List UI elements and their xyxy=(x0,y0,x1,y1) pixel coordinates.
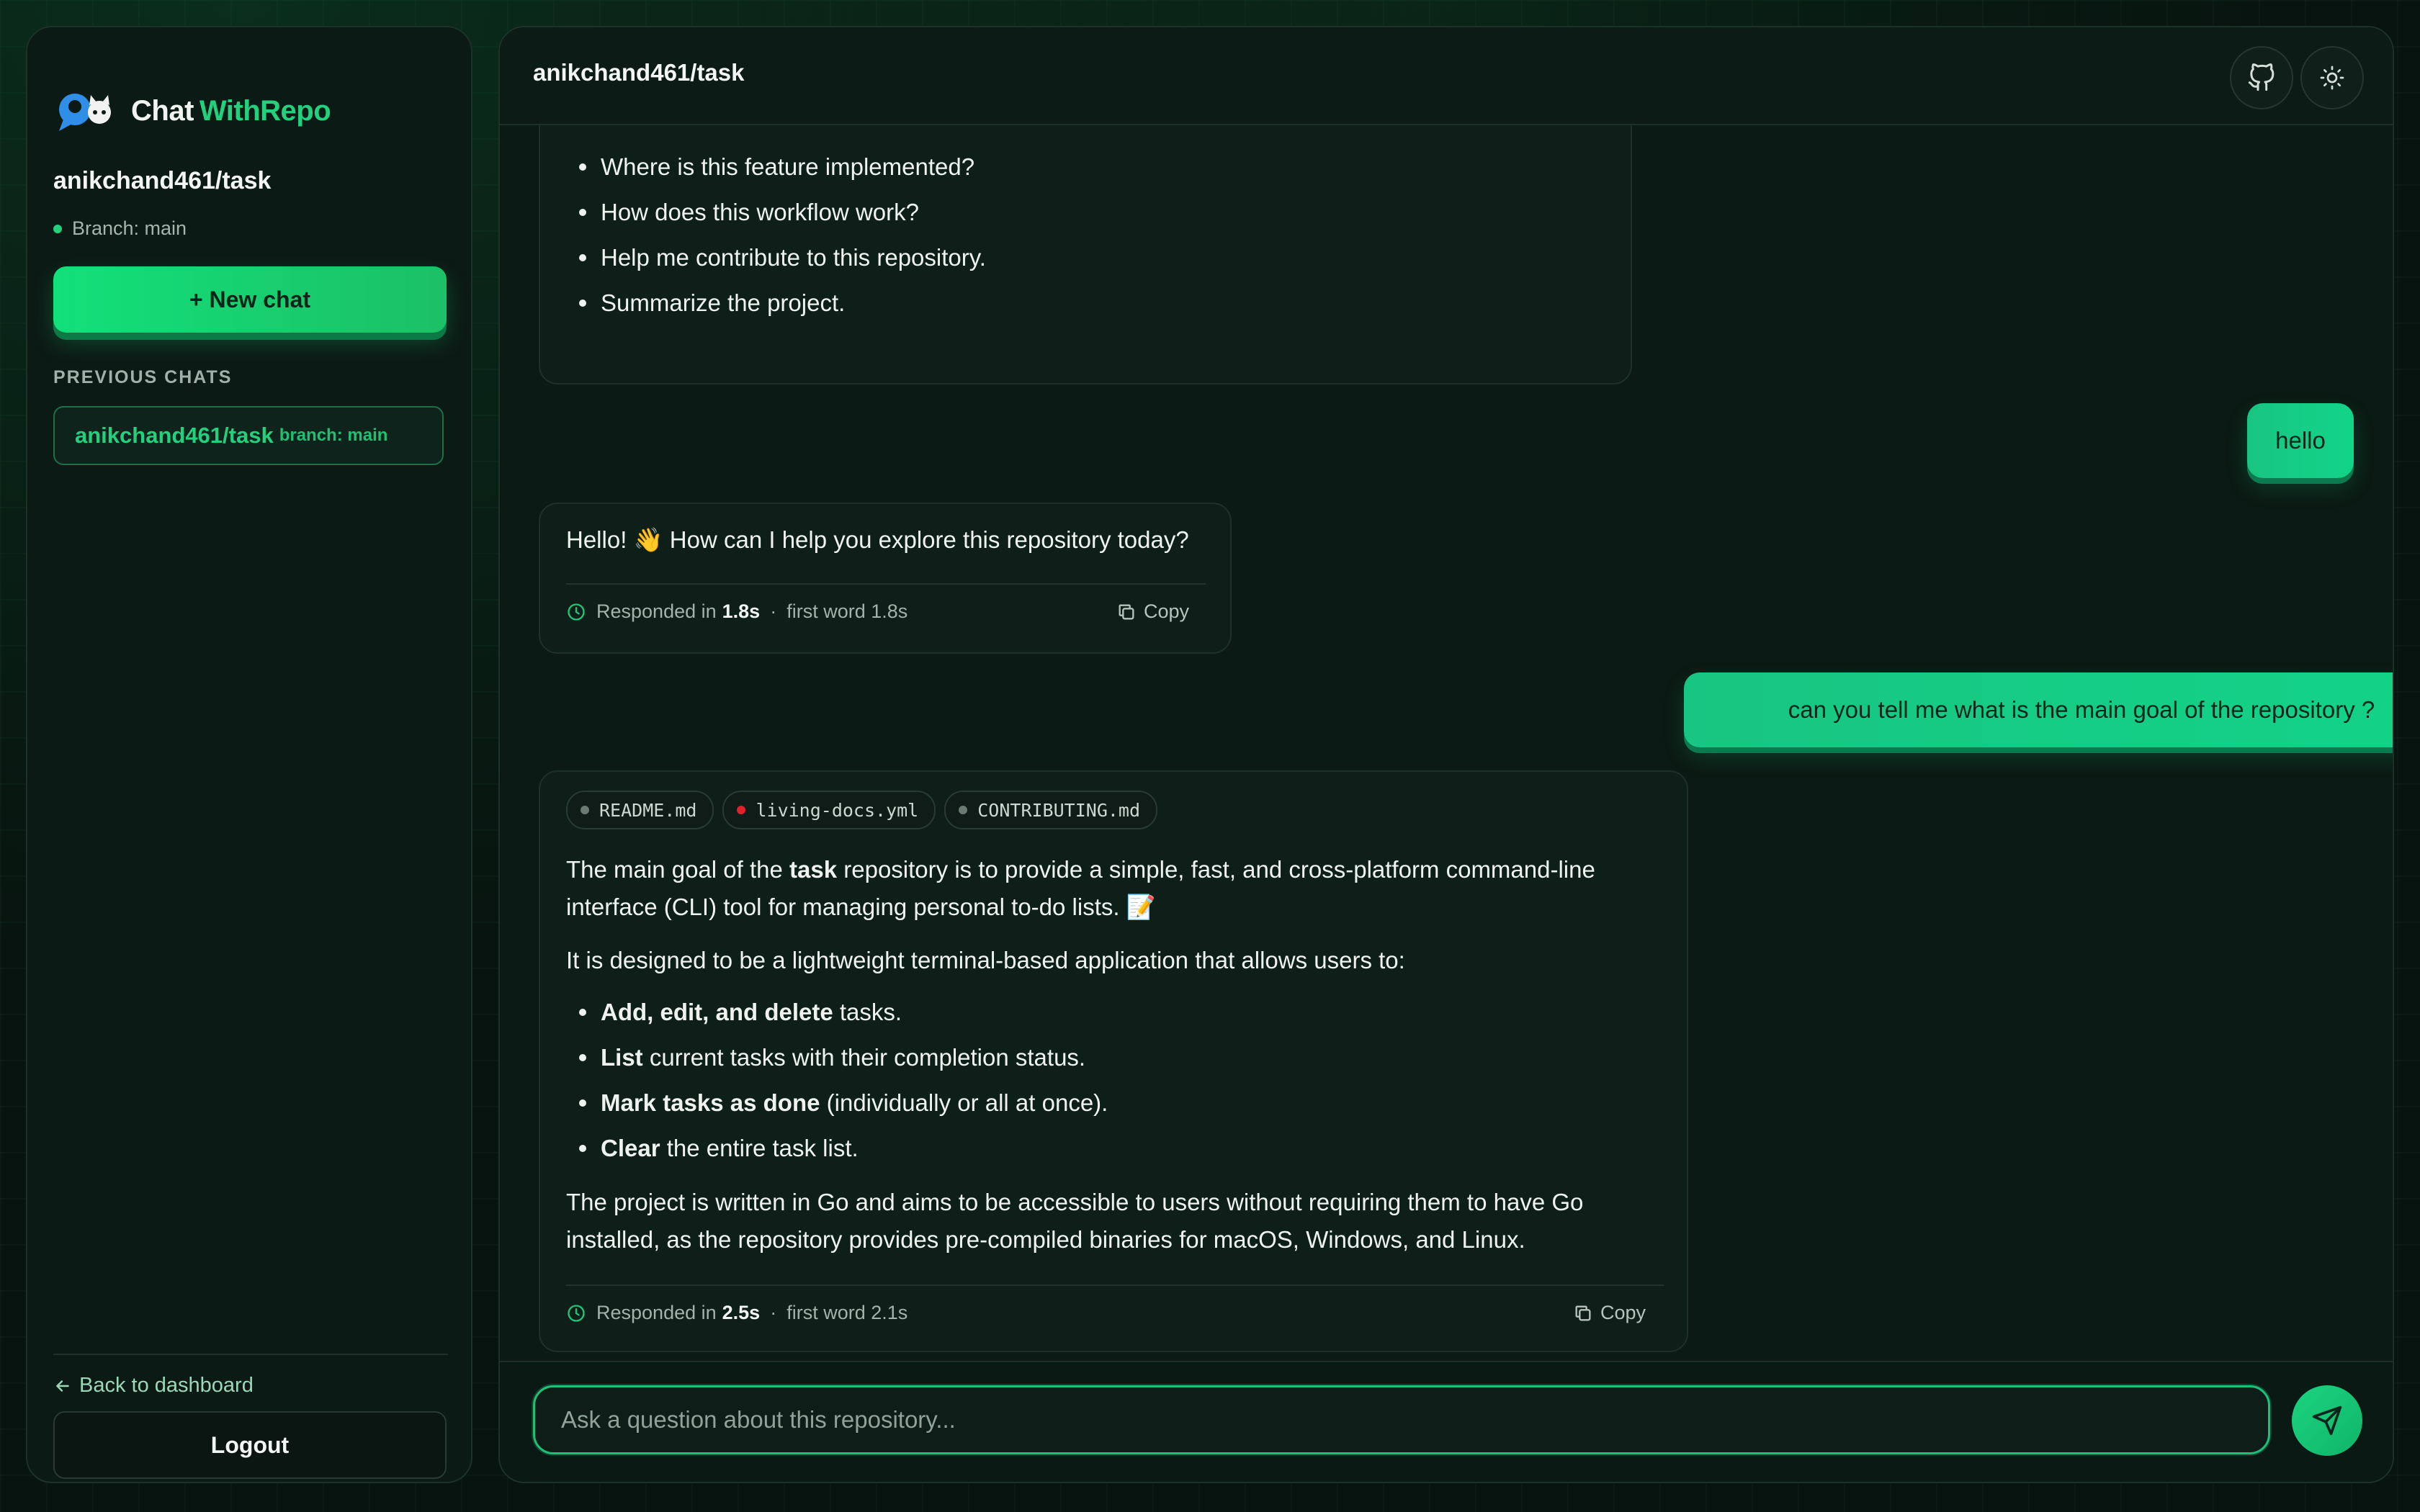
assistant-intro-message: Where is this feature implemented? How d… xyxy=(539,124,1632,384)
copy-button[interactable]: Copy xyxy=(1573,1302,1646,1324)
first-word-time: first word 1.8s xyxy=(786,600,908,622)
answer-list-bold: Add, edit, and delete xyxy=(601,999,833,1025)
question-input[interactable] xyxy=(533,1385,2270,1454)
message-footer-divider xyxy=(566,1284,1664,1286)
copy-button[interactable]: Copy xyxy=(1116,600,1189,623)
github-button[interactable] xyxy=(2230,46,2293,109)
sidebar-branch: Branch: main xyxy=(53,217,187,240)
copy-icon xyxy=(1573,1303,1600,1323)
response-meta: Responded in 1.8s · first word 1.8s xyxy=(566,600,908,623)
send-icon xyxy=(2311,1405,2343,1436)
sidebar-branch-label: Branch: main xyxy=(72,217,187,239)
answer-list-text: current tasks with their completion stat… xyxy=(642,1044,1086,1071)
previous-chat-branch: branch: main xyxy=(279,426,388,445)
previous-chat-item[interactable]: anikchand461/task branch: main xyxy=(53,406,444,465)
source-chip-label: CONTRIBUTING.md xyxy=(977,799,1141,821)
suggestion-item: Where is this feature implemented? xyxy=(566,144,986,189)
answer-feature-list: Add, edit, and delete tasks. List curren… xyxy=(566,989,1108,1171)
responded-prefix: Responded in xyxy=(596,600,717,622)
chat-panel: anikchand461/task Where is this feature … xyxy=(498,26,2394,1483)
chat-header: anikchand461/task xyxy=(500,27,2393,125)
back-to-dashboard-link[interactable]: Back to dashboard xyxy=(53,1374,254,1398)
answer-paragraph: The main goal of the task repository is … xyxy=(566,851,1661,926)
sidebar-repo-name: anikchand461/task xyxy=(53,167,272,194)
source-dot xyxy=(581,806,589,814)
source-chip-label: living-docs.yml xyxy=(756,799,919,821)
sidebar: Chat WithRepo anikchand461/task Branch: m… xyxy=(26,26,472,1483)
theme-toggle-button[interactable] xyxy=(2300,46,2364,109)
answer-text: The main goal of the xyxy=(566,856,790,883)
clock-icon xyxy=(566,1303,586,1323)
suggestion-list: Where is this feature implemented? How d… xyxy=(566,144,986,325)
brand-word-chat: Chat xyxy=(131,94,194,127)
answer-paragraph: It is designed to be a lightweight termi… xyxy=(566,947,1405,973)
answer-list-item: Add, edit, and delete tasks. xyxy=(566,989,1108,1035)
previous-chat-title: anikchand461/task xyxy=(75,423,274,448)
user-message: hello xyxy=(2247,403,2354,478)
brand-name: Chat WithRepo xyxy=(131,95,331,127)
logout-button[interactable]: Logout xyxy=(53,1411,447,1479)
suggestion-item: Help me contribute to this repository. xyxy=(566,235,986,280)
answer-list-item: List current tasks with their completion… xyxy=(566,1035,1108,1080)
suggestion-item: Summarize the project. xyxy=(566,280,986,325)
message-footer-divider xyxy=(566,583,1206,585)
answer-bold: task xyxy=(789,856,838,883)
answer-list-text: the entire task list. xyxy=(660,1135,859,1161)
responded-prefix: Responded in xyxy=(596,1302,717,1323)
arrow-left-icon xyxy=(53,1377,72,1395)
first-word-time: first word 2.1s xyxy=(786,1302,908,1323)
user-message: can you tell me what is the main goal of… xyxy=(1684,672,2393,747)
assistant-message: README.md living-docs.yml CONTRIBUTING.m… xyxy=(539,770,1688,1352)
responded-time: 2.5s xyxy=(722,1302,761,1323)
suggestion-item: How does this workflow work? xyxy=(566,189,986,235)
chat-header-title: anikchand461/task xyxy=(533,59,745,86)
copy-icon xyxy=(1116,602,1144,622)
send-button[interactable] xyxy=(2292,1385,2362,1456)
source-dot xyxy=(959,806,968,814)
branch-status-dot xyxy=(53,224,62,233)
back-to-dashboard-label: Back to dashboard xyxy=(79,1374,254,1397)
brand-word-withrepo: WithRepo xyxy=(199,94,331,127)
message-list[interactable]: Where is this feature implemented? How d… xyxy=(500,124,2393,1385)
answer-list-bold: List xyxy=(601,1044,643,1071)
copy-label: Copy xyxy=(1600,1302,1646,1323)
source-chip[interactable]: living-docs.yml xyxy=(722,791,936,829)
answer-list-text: (individually or all at once). xyxy=(820,1089,1108,1116)
assistant-message-text: Hello! 👋 How can I help you explore this… xyxy=(566,526,1189,553)
source-dot xyxy=(737,806,746,814)
brand-logo-icon xyxy=(56,88,117,134)
answer-list-item: Clear the entire task list. xyxy=(566,1125,1108,1171)
source-chips: README.md living-docs.yml CONTRIBUTING.m… xyxy=(566,791,1166,829)
answer-list-text: tasks. xyxy=(833,999,902,1025)
brand: Chat WithRepo xyxy=(56,88,331,134)
source-chip[interactable]: CONTRIBUTING.md xyxy=(944,791,1158,829)
sun-icon xyxy=(2319,65,2345,91)
composer xyxy=(500,1361,2393,1482)
responded-time: 1.8s xyxy=(722,600,761,622)
new-chat-button[interactable]: + New chat xyxy=(53,266,447,333)
clock-icon xyxy=(566,602,586,622)
answer-list-bold: Clear xyxy=(601,1135,660,1161)
source-chip-label: README.md xyxy=(599,799,697,821)
response-meta: Responded in 2.5s · first word 2.1s xyxy=(566,1302,908,1324)
answer-list-bold: Mark tasks as done xyxy=(601,1089,820,1116)
sidebar-divider xyxy=(53,1354,448,1355)
answer-paragraph: The project is written in Go and aims to… xyxy=(566,1189,1584,1253)
github-icon xyxy=(2247,63,2276,92)
assistant-message: Hello! 👋 How can I help you explore this… xyxy=(539,503,1232,654)
previous-chats-heading: PREVIOUS CHATS xyxy=(53,367,233,387)
copy-label: Copy xyxy=(1144,600,1190,622)
source-chip[interactable]: README.md xyxy=(566,791,714,829)
answer-list-item: Mark tasks as done (individually or all … xyxy=(566,1080,1108,1125)
